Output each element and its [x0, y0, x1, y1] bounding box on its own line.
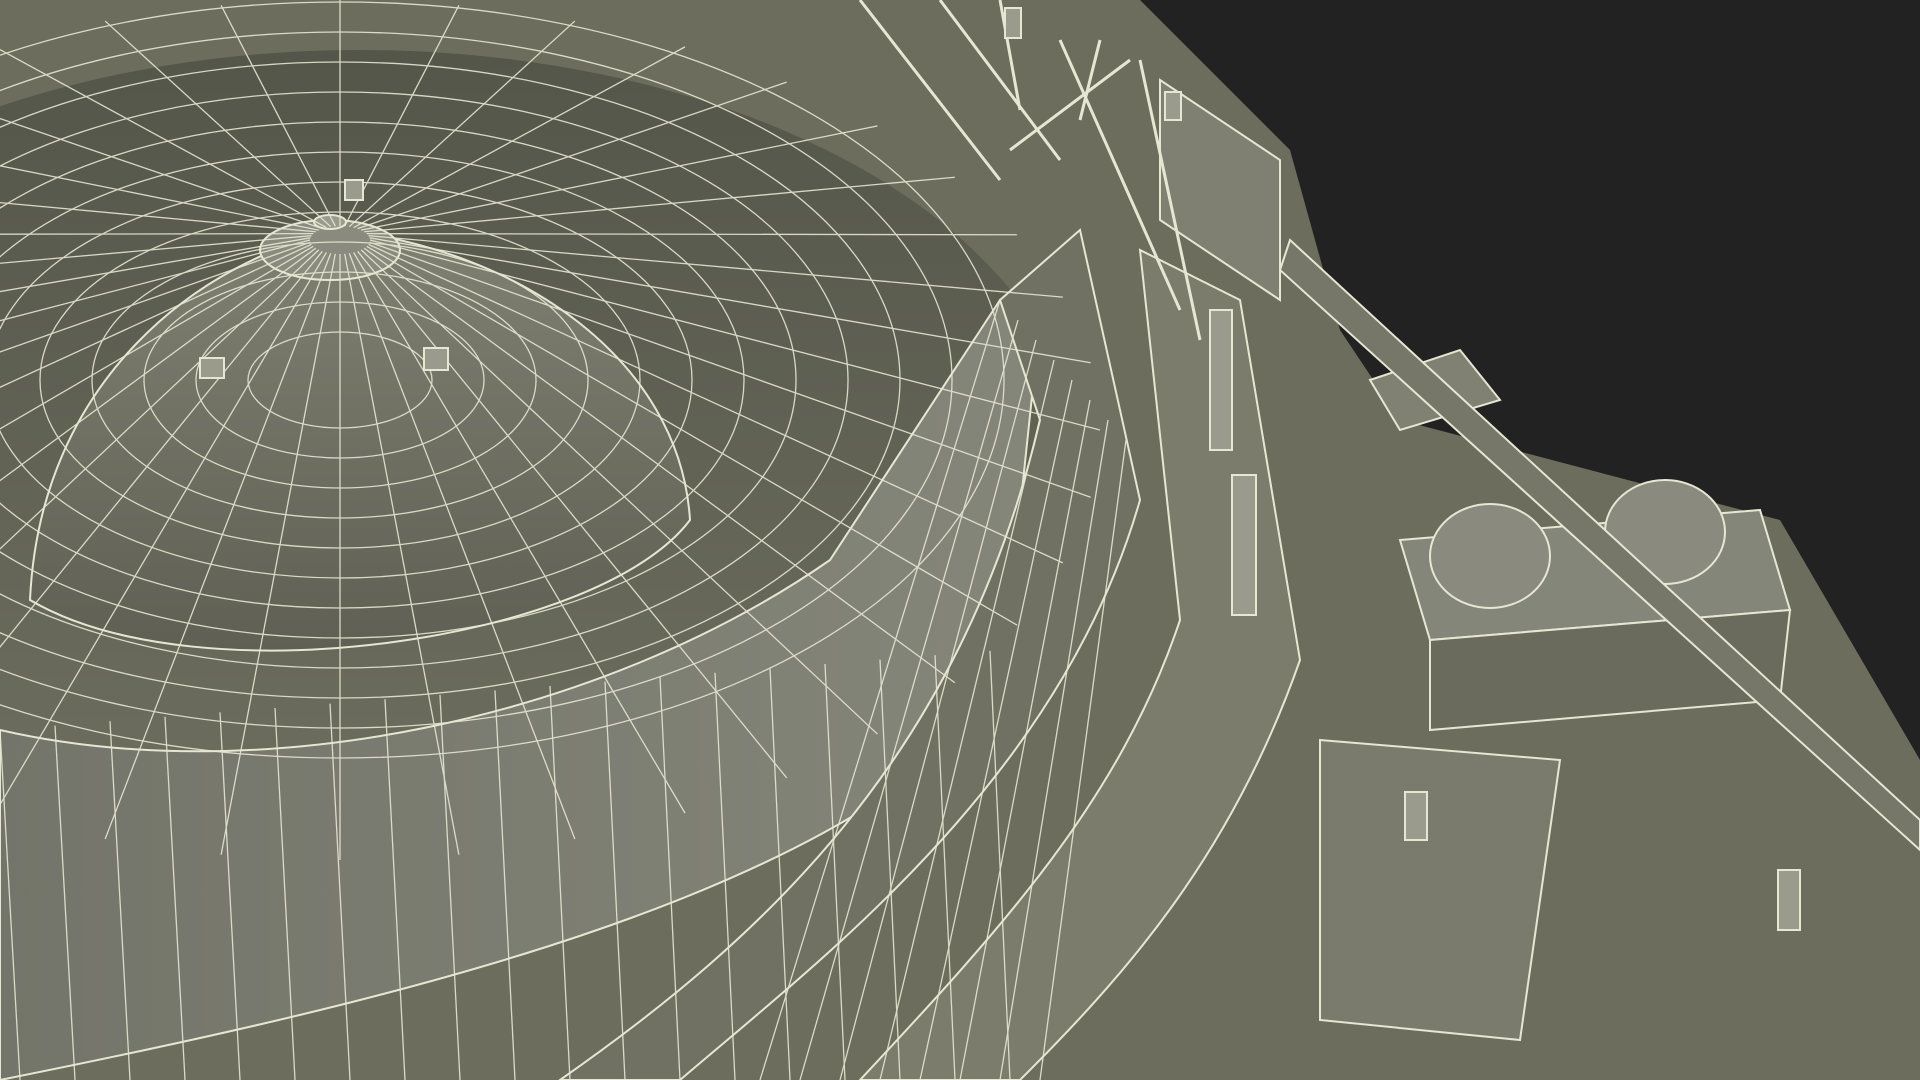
- wireframe-scene: [0, 0, 1920, 1080]
- render-viewport: [0, 0, 1920, 1080]
- lower-block: [1319, 738, 1562, 1042]
- cylinder-cap-left: [1429, 503, 1551, 609]
